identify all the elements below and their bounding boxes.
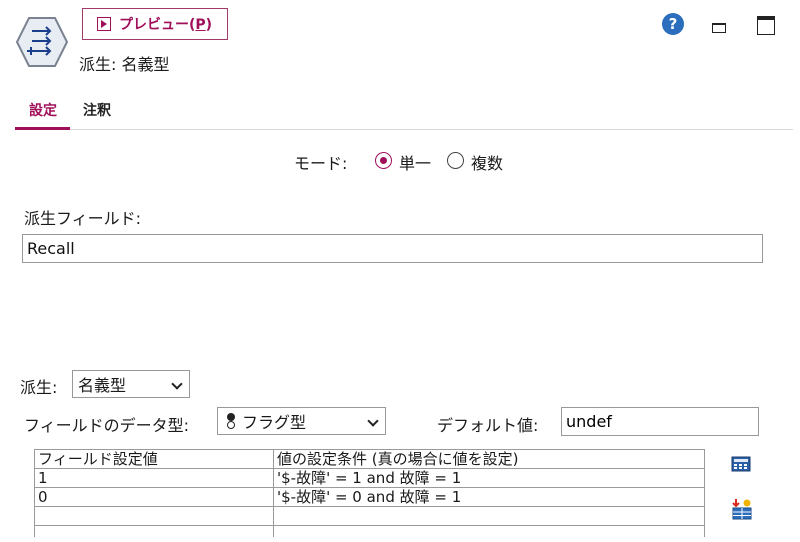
derive-as-value: 名義型 bbox=[78, 376, 127, 395]
column-header-field-value[interactable]: フィールド設定値 bbox=[34, 449, 274, 469]
column-header-condition[interactable]: 値の設定条件 (真の場合に値を設定) bbox=[273, 449, 705, 469]
table-cell[interactable]: '$-故障' = 0 and 故障 = 1 bbox=[273, 487, 705, 507]
derive-node-icon bbox=[15, 17, 69, 67]
tab-settings[interactable]: 設定 bbox=[29, 100, 57, 120]
import-values-icon[interactable] bbox=[731, 498, 753, 520]
default-value-input[interactable] bbox=[561, 407, 759, 436]
derive-as-label: 派生: bbox=[20, 378, 58, 397]
table-cell[interactable]: '$-故障' = 1 and 故障 = 1 bbox=[273, 468, 705, 488]
chevron-down-icon bbox=[367, 415, 379, 427]
flag-type-icon bbox=[226, 413, 236, 429]
mode-label: モード: bbox=[294, 154, 348, 173]
table-cell[interactable]: 0 bbox=[34, 487, 274, 507]
field-type-label: フィールドのデータ型: bbox=[24, 416, 190, 435]
field-type-dropdown[interactable]: フラグ型 bbox=[217, 407, 386, 435]
calculator-icon[interactable] bbox=[731, 456, 751, 472]
tab-annotations[interactable]: 注釈 bbox=[83, 100, 111, 120]
preview-button-label: プレビュー(P) bbox=[119, 17, 213, 33]
mode-single-radio[interactable] bbox=[375, 152, 392, 169]
derive-field-input[interactable] bbox=[22, 234, 763, 263]
derive-field-label: 派生フィールド: bbox=[24, 209, 142, 228]
table-row[interactable]: 0 '$-故障' = 0 and 故障 = 1 bbox=[34, 487, 705, 507]
active-tab-indicator bbox=[15, 127, 70, 130]
mode-single-label[interactable]: 単一 bbox=[399, 150, 431, 174]
preview-button[interactable]: プレビュー(P) bbox=[82, 8, 228, 40]
mode-multiple-label[interactable]: 複数 bbox=[471, 150, 503, 174]
maximize-icon[interactable] bbox=[757, 16, 775, 35]
table-row-empty[interactable] bbox=[34, 506, 705, 526]
conditions-table: フィールド設定値 値の設定条件 (真の場合に値を設定) 1 '$-故障' = 1… bbox=[34, 449, 705, 537]
table-header-row: フィールド設定値 値の設定条件 (真の場合に値を設定) bbox=[34, 449, 705, 469]
node-title: 派生: 名義型 bbox=[79, 55, 170, 74]
chevron-down-icon bbox=[171, 378, 183, 390]
tab-divider bbox=[15, 129, 793, 130]
play-icon bbox=[97, 17, 111, 31]
minimize-icon[interactable] bbox=[712, 23, 726, 33]
table-cell[interactable]: 1 bbox=[34, 468, 274, 488]
field-type-value: フラグ型 bbox=[242, 413, 307, 432]
mode-multiple-radio[interactable] bbox=[447, 152, 464, 169]
table-row-empty[interactable] bbox=[34, 525, 705, 537]
help-icon[interactable]: ? bbox=[662, 13, 684, 35]
default-value-label: デフォルト値: bbox=[437, 416, 539, 435]
derive-as-dropdown[interactable]: 名義型 bbox=[72, 370, 190, 398]
table-row[interactable]: 1 '$-故障' = 1 and 故障 = 1 bbox=[34, 468, 705, 488]
